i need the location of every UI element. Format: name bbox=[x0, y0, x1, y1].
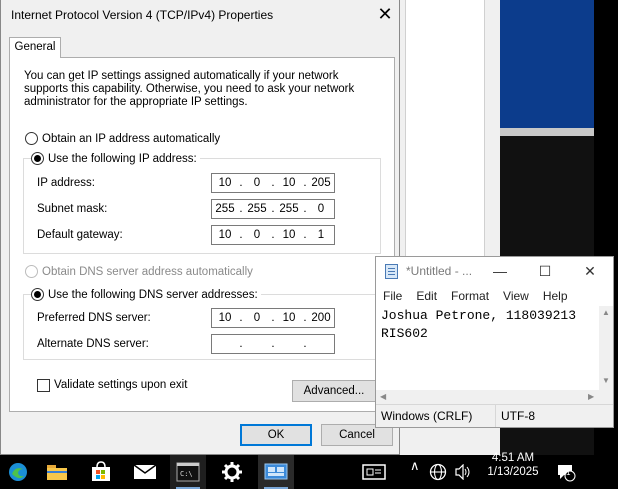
settings-icon[interactable] bbox=[214, 455, 250, 489]
notepad-title: *Untitled - ... bbox=[406, 264, 473, 278]
ipv4-properties-dialog: Internet Protocol Version 4 (TCP/IPv4) P… bbox=[0, 0, 400, 455]
radio-use-following-ip-label: Use the following IP address: bbox=[48, 152, 197, 165]
octet: 255 bbox=[215, 203, 235, 215]
radio-button[interactable] bbox=[25, 132, 38, 145]
taskbar-clock[interactable]: 4:51 AM 1/13/2025 bbox=[478, 451, 548, 479]
volume-icon[interactable] bbox=[450, 455, 476, 489]
menu-edit[interactable]: Edit bbox=[409, 287, 444, 305]
background-window-pane bbox=[405, 0, 485, 260]
cmd-icon[interactable]: C:\ bbox=[170, 455, 206, 489]
radio-obtain-dns-auto-label: Obtain DNS server address automatically bbox=[42, 265, 253, 278]
preferred-dns-label: Preferred DNS server: bbox=[37, 312, 151, 324]
notepad-menubar: File Edit Format View Help bbox=[376, 287, 613, 305]
task-view-icon[interactable] bbox=[356, 455, 392, 489]
intro-text: You can get IP settings assigned automat… bbox=[24, 70, 355, 108]
radio-button-disabled[interactable] bbox=[25, 265, 38, 278]
radio-obtain-ip-auto[interactable]: Obtain an IP address automatically bbox=[25, 132, 220, 145]
octet: 205 bbox=[311, 177, 331, 189]
ip-address-field[interactable]: 10. 0. 10. 205 bbox=[211, 173, 335, 193]
notepad-text-area[interactable]: Joshua Petrone, 118039213 RIS602 bbox=[381, 307, 599, 343]
ok-button[interactable]: OK bbox=[240, 424, 312, 446]
octet: 0 bbox=[253, 312, 261, 324]
default-gateway-label: Default gateway: bbox=[37, 229, 123, 241]
scroll-down-arrow-icon[interactable]: ▼ bbox=[602, 376, 610, 385]
alternate-dns-label: Alternate DNS server: bbox=[37, 338, 149, 350]
tab-general[interactable]: General bbox=[9, 37, 61, 58]
status-encoding: UTF-8 bbox=[501, 409, 535, 423]
scroll-up-arrow-icon[interactable]: ▲ bbox=[602, 308, 610, 317]
notepad-horizontal-scrollbar[interactable]: ◀ ▶ bbox=[376, 390, 613, 404]
menu-view[interactable]: View bbox=[496, 287, 536, 305]
svg-text:C:\: C:\ bbox=[180, 470, 193, 478]
taskbar-time: 4:51 AM bbox=[491, 452, 535, 464]
octet: 200 bbox=[311, 312, 331, 324]
validate-settings-label: Validate settings upon exit bbox=[54, 379, 188, 391]
background-blue-area bbox=[500, 0, 594, 128]
octet: 1 bbox=[317, 229, 325, 241]
edge-icon[interactable] bbox=[0, 455, 36, 489]
background-grey-strip bbox=[500, 128, 594, 136]
globe-network-icon[interactable] bbox=[424, 455, 452, 489]
octet: 10 bbox=[282, 229, 296, 241]
notepad-titlebar[interactable]: *Untitled - ... — ☐ ✕ bbox=[376, 257, 613, 285]
menu-file[interactable]: File bbox=[376, 287, 409, 305]
notepad-close-button[interactable]: ✕ bbox=[576, 261, 604, 281]
taskbar-date: 1/13/2025 bbox=[487, 466, 539, 478]
octet: 0 bbox=[317, 203, 325, 215]
preferred-dns-field[interactable]: 10. 0. 10. 200 bbox=[211, 308, 335, 328]
alternate-dns-field[interactable]: . . . bbox=[211, 334, 335, 354]
octet: 10 bbox=[282, 177, 296, 189]
network-connections-icon[interactable] bbox=[258, 455, 294, 489]
octet: 10 bbox=[218, 177, 232, 189]
octet: 0 bbox=[253, 229, 261, 241]
radio-use-following-dns-label: Use the following DNS server addresses: bbox=[48, 288, 258, 301]
advanced-button[interactable]: Advanced... bbox=[292, 380, 376, 402]
mail-icon[interactable] bbox=[127, 455, 163, 489]
radio-button-selected[interactable] bbox=[31, 152, 44, 165]
octet: 10 bbox=[282, 312, 296, 324]
notepad-icon bbox=[385, 264, 398, 279]
octet: 255 bbox=[247, 203, 267, 215]
octet: 10 bbox=[218, 229, 232, 241]
scroll-left-arrow-icon[interactable]: ◀ bbox=[380, 392, 386, 401]
radio-obtain-ip-auto-label: Obtain an IP address automatically bbox=[42, 132, 221, 145]
default-gateway-field[interactable]: 10. 0. 10. 1 bbox=[211, 225, 335, 245]
scroll-right-arrow-icon[interactable]: ▶ bbox=[588, 392, 594, 401]
notepad-statusbar: Windows (CRLF) UTF-8 bbox=[376, 404, 613, 427]
notepad-window: *Untitled - ... — ☐ ✕ File Edit Format V… bbox=[375, 256, 614, 428]
menu-format[interactable]: Format bbox=[444, 287, 496, 305]
notepad-minimize-button[interactable]: — bbox=[486, 261, 514, 281]
octet: 10 bbox=[218, 312, 232, 324]
validate-settings-checkbox[interactable] bbox=[37, 379, 50, 392]
file-explorer-icon[interactable] bbox=[39, 455, 75, 489]
ip-address-label: IP address: bbox=[37, 177, 95, 189]
dialog-close-button[interactable]: ✕ bbox=[371, 2, 399, 28]
notepad-maximize-button[interactable]: ☐ bbox=[531, 261, 559, 281]
radio-use-following-ip[interactable]: Use the following IP address: bbox=[31, 152, 200, 165]
notepad-vertical-scrollbar[interactable]: ▲ ▼ bbox=[599, 306, 613, 390]
status-line-endings: Windows (CRLF) bbox=[376, 405, 496, 427]
radio-button-selected[interactable] bbox=[31, 288, 44, 301]
notifications-icon[interactable]: 1 bbox=[552, 455, 580, 489]
octet: 0 bbox=[253, 177, 261, 189]
store-icon[interactable] bbox=[83, 455, 119, 489]
subnet-mask-label: Subnet mask: bbox=[37, 203, 108, 215]
octet: 255 bbox=[279, 203, 299, 215]
dialog-title: Internet Protocol Version 4 (TCP/IPv4) P… bbox=[11, 8, 274, 22]
notification-count: 1 bbox=[566, 468, 571, 477]
radio-obtain-dns-auto[interactable]: Obtain DNS server address automatically bbox=[25, 265, 253, 278]
taskbar: C:\ ∧ 4:51 AM 1/13/2025 1 bbox=[0, 452, 618, 489]
chevron-up-icon[interactable]: ∧ bbox=[410, 458, 420, 474]
subnet-mask-field[interactable]: 255. 255. 255. 0 bbox=[211, 199, 335, 219]
radio-use-following-dns[interactable]: Use the following DNS server addresses: bbox=[31, 288, 261, 301]
menu-help[interactable]: Help bbox=[536, 287, 575, 305]
